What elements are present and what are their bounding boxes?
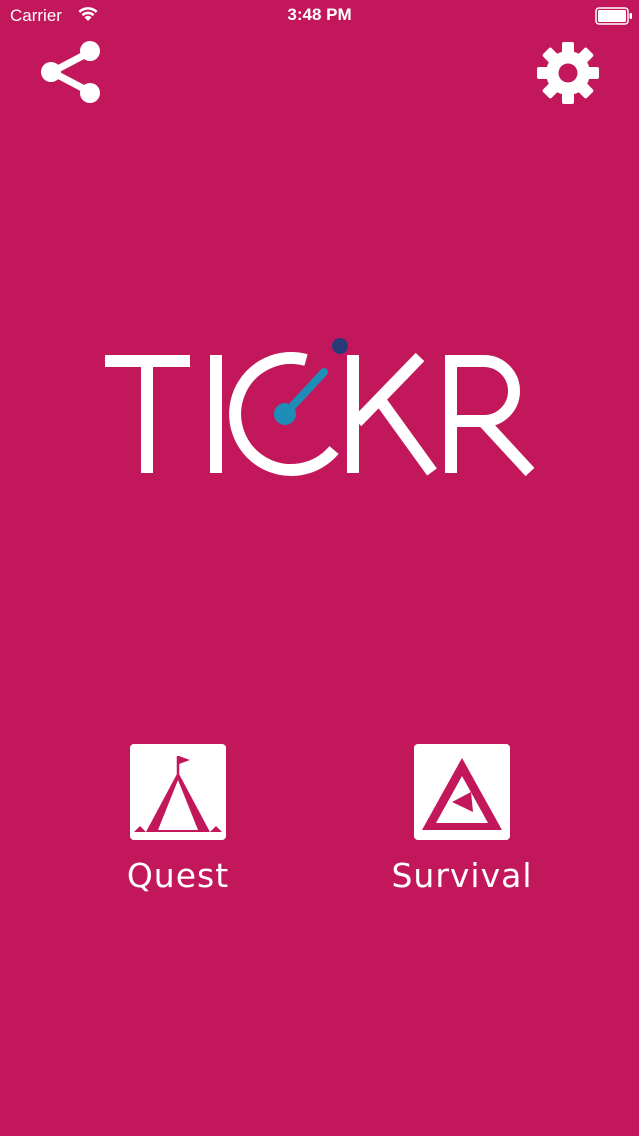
quest-button[interactable]: Quest [98,742,258,895]
logo-text: TICKR [540,330,541,331]
triangle-icon [414,744,510,840]
share-button[interactable] [38,40,104,104]
survival-button[interactable]: Survival [382,742,542,895]
tent-flag-icon [130,744,226,840]
tickr-logo: TICKR [100,330,540,490]
gear-icon [537,42,599,104]
survival-label: Survival [391,856,533,895]
share-icon [41,41,100,103]
settings-button[interactable] [535,40,601,106]
quest-label: Quest [126,856,230,895]
battery-icon [595,7,633,29]
status-bar: Carrier 3:48 PM [0,0,639,34]
status-time: 3:48 PM [287,5,352,24]
